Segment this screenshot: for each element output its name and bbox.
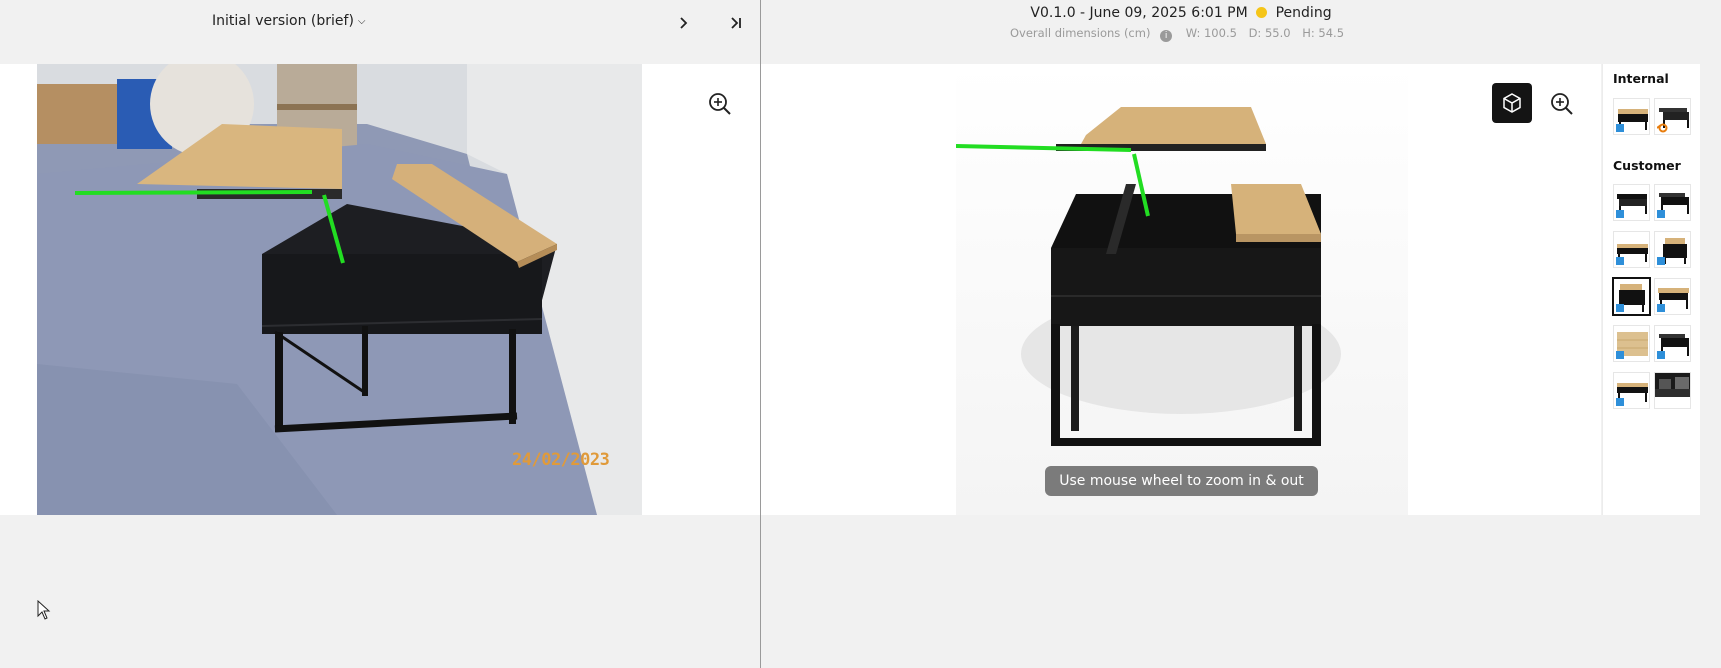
thumbnail-sidebar: Internal Customer — [1602, 64, 1700, 515]
dimension-height: H: 54.5 — [1302, 26, 1345, 40]
status-dot — [1256, 7, 1268, 18]
zoom-hint-toast: Use mouse wheel to zoom in & out — [1045, 466, 1318, 496]
tag-icon — [1616, 257, 1624, 265]
reference-pane: Initial version (brief) ⌵ 24/02/2023 — [0, 0, 760, 668]
model-viewer: Use mouse wheel to zoom in & out — [761, 64, 1601, 515]
tag-icon — [1616, 398, 1624, 406]
tag-icon — [1657, 257, 1665, 265]
chevron-down-icon: ⌵ — [357, 15, 366, 27]
skip-to-end-icon — [731, 17, 741, 29]
internal-section-title: Internal — [1613, 71, 1669, 86]
photo-date-stamp: 24/02/2023 — [512, 450, 610, 470]
customer-section-title: Customer — [1613, 158, 1681, 173]
customer-thumbnail[interactable] — [1613, 372, 1650, 409]
model-header: V0.1.0 - June 09, 2025 6:01 PM Pending O… — [761, 0, 1601, 64]
info-icon[interactable]: i — [1160, 30, 1173, 42]
zoom-in-button-model[interactable] — [1548, 90, 1576, 118]
sidebar-scrollbar[interactable] — [1700, 0, 1721, 668]
last-version-button[interactable] — [725, 12, 747, 34]
customer-thumbnail-selected[interactable] — [1612, 277, 1651, 316]
dimension-width: W: 100.5 — [1185, 26, 1237, 40]
customer-thumbnail[interactable] — [1654, 325, 1691, 362]
customer-thumbnail[interactable] — [1613, 184, 1650, 221]
thumbnail-table-image — [1655, 373, 1690, 397]
tag-icon — [1616, 351, 1624, 359]
tag-icon — [1657, 210, 1665, 218]
blender-icon — [1657, 123, 1668, 133]
internal-thumbnail[interactable] — [1613, 98, 1650, 135]
cube-3d-icon — [1503, 93, 1521, 113]
zoom-in-icon — [1551, 93, 1573, 115]
chevron-right-icon — [680, 17, 688, 29]
customer-thumbnail[interactable] — [1654, 278, 1691, 315]
dimensions-label: Overall dimensions (cm) — [1009, 26, 1151, 40]
zoom-in-icon — [709, 93, 731, 115]
reference-photo-drawing — [37, 64, 642, 515]
dimensions-info: Overall dimensions (cm) i W: 100.5 D: 55… — [761, 26, 1601, 42]
customer-thumbnail[interactable] — [1654, 231, 1691, 268]
tag-icon — [1616, 124, 1624, 132]
tag-icon — [1657, 304, 1665, 312]
version-text: V0.1.0 - June 09, 2025 6:01 PM — [1030, 5, 1248, 21]
view-3d-button[interactable] — [1492, 83, 1532, 123]
customer-thumbnail[interactable] — [1613, 325, 1650, 362]
tag-icon — [1616, 304, 1624, 312]
mouse-cursor-icon — [37, 599, 51, 624]
app-root: Initial version (brief) ⌵ 24/02/2023 V0.… — [0, 0, 1721, 668]
model-pane: V0.1.0 - June 09, 2025 6:01 PM Pending O… — [761, 0, 1721, 668]
zoom-in-button-reference[interactable] — [706, 90, 734, 118]
customer-thumbnail[interactable] — [1654, 184, 1691, 221]
reference-photo[interactable]: 24/02/2023 — [37, 64, 642, 515]
version-info: V0.1.0 - June 09, 2025 6:01 PM Pending — [761, 5, 1601, 21]
status-label: Pending — [1275, 5, 1332, 21]
reference-viewer: 24/02/2023 — [0, 64, 760, 515]
version-dropdown-label: Initial version (brief) — [212, 13, 354, 29]
tag-icon — [1657, 351, 1665, 359]
customer-thumbnail[interactable] — [1613, 231, 1650, 268]
version-dropdown[interactable]: Initial version (brief) ⌵ — [212, 13, 366, 29]
customer-thumbnail[interactable] — [1654, 372, 1691, 409]
dimension-depth: D: 55.0 — [1248, 26, 1291, 40]
reference-header: Initial version (brief) ⌵ — [0, 0, 760, 64]
model-render-drawing — [956, 107, 1341, 446]
next-version-button[interactable] — [672, 12, 694, 34]
model-render[interactable] — [956, 64, 1408, 515]
tag-icon — [1616, 210, 1624, 218]
internal-thumbnail[interactable] — [1654, 98, 1691, 135]
